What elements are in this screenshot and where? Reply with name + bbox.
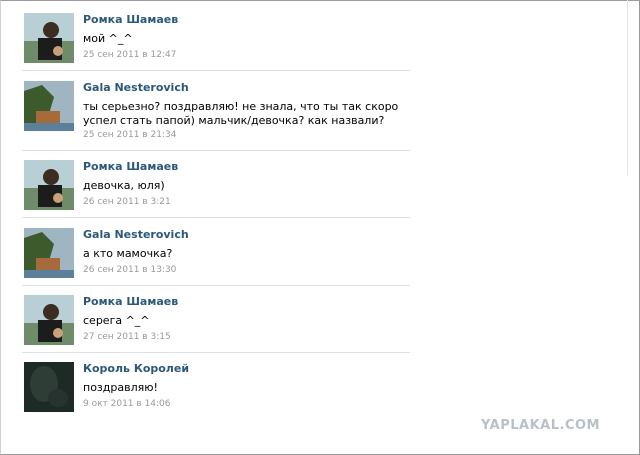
divider	[22, 70, 410, 71]
comment-text: а кто мамочка?	[83, 247, 173, 260]
comment-date[interactable]: 27 сен 2011 в 3:15	[83, 332, 171, 342]
comment-date[interactable]: 26 сен 2011 в 3:21	[83, 197, 171, 207]
comment-text: мой ^_^	[83, 32, 133, 45]
comment-text: ты серьезно? поздравляю! не знала, что т…	[83, 100, 399, 127]
comment-date[interactable]: 26 сен 2011 в 13:30	[83, 265, 176, 275]
avatar[interactable]	[24, 160, 74, 210]
author-link[interactable]: Ромка Шамаев	[83, 295, 178, 308]
comment-date[interactable]: 25 сен 2011 в 12:47	[83, 50, 176, 60]
avatar[interactable]	[24, 13, 74, 63]
author-link[interactable]: Ромка Шамаев	[83, 13, 178, 26]
comment-text: девочка, юля)	[83, 179, 165, 192]
divider	[22, 217, 410, 218]
comment-date[interactable]: 25 сен 2011 в 21:34	[83, 130, 176, 140]
avatar[interactable]	[24, 362, 74, 412]
author-link[interactable]: Король Королей	[83, 362, 189, 375]
avatar[interactable]	[24, 295, 74, 345]
comment-text: поздравляю!	[83, 381, 158, 394]
avatar[interactable]	[24, 228, 74, 278]
divider	[22, 285, 410, 286]
author-link[interactable]: Ромка Шамаев	[83, 160, 178, 173]
author-link[interactable]: Gala Nesterovich	[83, 81, 189, 94]
avatar[interactable]	[24, 81, 74, 131]
scroll-edge	[627, 0, 628, 175]
comment-date[interactable]: 9 окт 2011 в 14:06	[83, 399, 171, 409]
comment-text: серега ^_^	[83, 314, 150, 327]
divider	[22, 150, 410, 151]
author-link[interactable]: Gala Nesterovich	[83, 228, 189, 241]
site-watermark: YAPLAKAL.COM	[481, 418, 600, 433]
divider	[22, 352, 410, 353]
